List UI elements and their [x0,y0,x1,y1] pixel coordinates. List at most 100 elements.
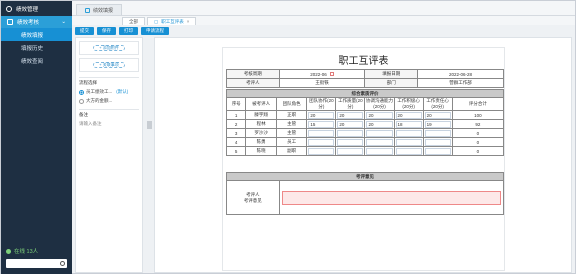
print-button[interactable]: 打印 [119,27,138,35]
section-quality: 综合素质评价 [226,89,504,98]
app-logo-icon [6,5,12,12]
score-cell[interactable] [306,137,337,147]
score-cell[interactable]: 20 [335,110,366,120]
score-cell[interactable] [335,146,366,156]
table-row: 4 陈勇 员工 0 [225,137,505,147]
score-cell[interactable] [422,146,453,156]
opinion-input[interactable] [281,190,501,205]
col-header: 工作积极心(20分) [393,97,424,111]
collapse-handle[interactable] [147,121,152,129]
close-icon[interactable]: × [187,19,190,24]
radio-selected-icon[interactable] [79,89,84,95]
search-icon[interactable] [60,260,65,266]
score-cell[interactable] [422,128,453,138]
score-cell[interactable]: 18 [393,119,424,129]
subtab-label: 全部 [129,18,138,24]
score-cell[interactable]: 19 [422,119,453,129]
score-cell[interactable] [306,146,337,156]
score-input[interactable] [424,138,451,146]
score-cell[interactable] [393,128,424,138]
score-cell[interactable] [335,128,366,138]
left-panel: + 添加附件 + 关联事项 流程选择 员工绩效工... (默认) 大方的金额..… [75,37,143,273]
score-cell[interactable]: 20 [364,110,395,120]
score-cell[interactable]: 20 [422,110,453,120]
score-cell[interactable] [364,128,395,138]
opinion-label: 考评人 考评意见 [226,180,280,215]
period-field[interactable]: 2022-06 [278,69,366,79]
score-cell[interactable] [393,137,424,147]
score-cell[interactable]: 20 [306,110,337,120]
score-input[interactable] [366,129,393,137]
score-input[interactable] [337,138,364,146]
user-icon [6,248,11,254]
team-role: 主管 [275,119,308,129]
flow-option-label: 员工绩效工... [86,89,113,94]
score-input[interactable]: 20 [337,120,364,128]
opinion-label-line2: 考评意见 [243,197,262,203]
submit-button[interactable]: 提交 [75,27,94,35]
score-input[interactable] [337,129,364,137]
sidebar-group-kpi[interactable]: 绩效考核 ⌄ [1,16,72,28]
apply-flow-button[interactable]: 申请流程 [141,27,169,35]
score-input[interactable] [395,138,422,146]
chevron-down-icon: ⌄ [61,19,66,25]
score-input[interactable] [308,138,335,146]
score-input[interactable] [308,129,335,137]
evaluatee-name: 陈勇 [245,137,277,147]
score-cell[interactable] [422,137,453,147]
score-input[interactable]: 20 [424,111,451,119]
form-title: 职工互评表 [338,56,389,67]
subtab-peer-review[interactable]: ▢ 职工互评表 × [147,17,197,25]
score-input[interactable]: 20 [395,111,422,119]
score-input[interactable] [395,129,422,137]
score-cell[interactable] [306,128,337,138]
score-input[interactable]: 19 [424,120,451,128]
sidebar-item-fill[interactable]: 绩效填报 [1,28,72,41]
score-input[interactable] [395,147,422,155]
col-header: 序号 [225,97,247,111]
flow-option[interactable]: 员工绩效工... (默认) [79,89,139,95]
flow-option-label: 大方的金额... [86,98,113,103]
row-number: 4 [225,137,247,147]
score-input[interactable] [366,147,393,155]
flow-option[interactable]: 大方的金额... [79,98,139,104]
score-input[interactable] [424,129,451,137]
toolbar: 提交 保存 打印 申请流程 [75,27,169,35]
score-cell[interactable]: 15 [306,119,337,129]
score-input[interactable] [308,147,335,155]
score-cell[interactable]: 20 [364,119,395,129]
online-status: 在线 13人 [1,245,72,257]
table-row: 2 程林 主管 15 20 20 18 19 92 [225,119,505,129]
radio-icon[interactable] [79,98,84,104]
sidebar-item-history[interactable]: 填报历史 [1,41,72,54]
score-cell[interactable] [335,137,366,147]
subtab-all[interactable]: 全部 [122,17,145,25]
add-link-button[interactable]: + 关联事项 [93,62,125,68]
score-input[interactable]: 20 [366,120,393,128]
score-input[interactable]: 18 [395,120,422,128]
score-input[interactable] [424,147,451,155]
evaluator-label: 考评人 [226,78,280,88]
score-input[interactable]: 20 [366,111,393,119]
score-cell[interactable]: 20 [393,110,424,120]
score-input[interactable] [337,147,364,155]
score-cell[interactable] [364,146,395,156]
score-input[interactable] [366,138,393,146]
score-input[interactable]: 15 [308,120,335,128]
score-input[interactable]: 20 [337,111,364,119]
tab-kpi-fill[interactable]: 绩效填报 [76,4,123,15]
score-cell[interactable] [393,146,424,156]
save-button[interactable]: 保存 [97,27,116,35]
sidebar-item-view[interactable]: 绩效查阅 [1,54,72,67]
note-input[interactable]: 请输入备注 [79,121,139,127]
score-input[interactable]: 20 [308,111,335,119]
section-opinion: 考评意见 [226,172,504,181]
top-tab-bar: 绩效填报 [72,1,575,16]
score-cell[interactable] [364,137,395,147]
score-cell[interactable]: 20 [335,119,366,129]
sidebar-search-input[interactable] [6,259,67,268]
calendar-icon[interactable] [329,72,334,77]
total-score: 92 [451,119,505,129]
add-attachment-button[interactable]: + 添加附件 [93,45,125,51]
evaluatee-name: 滕宇翔 [245,110,277,120]
